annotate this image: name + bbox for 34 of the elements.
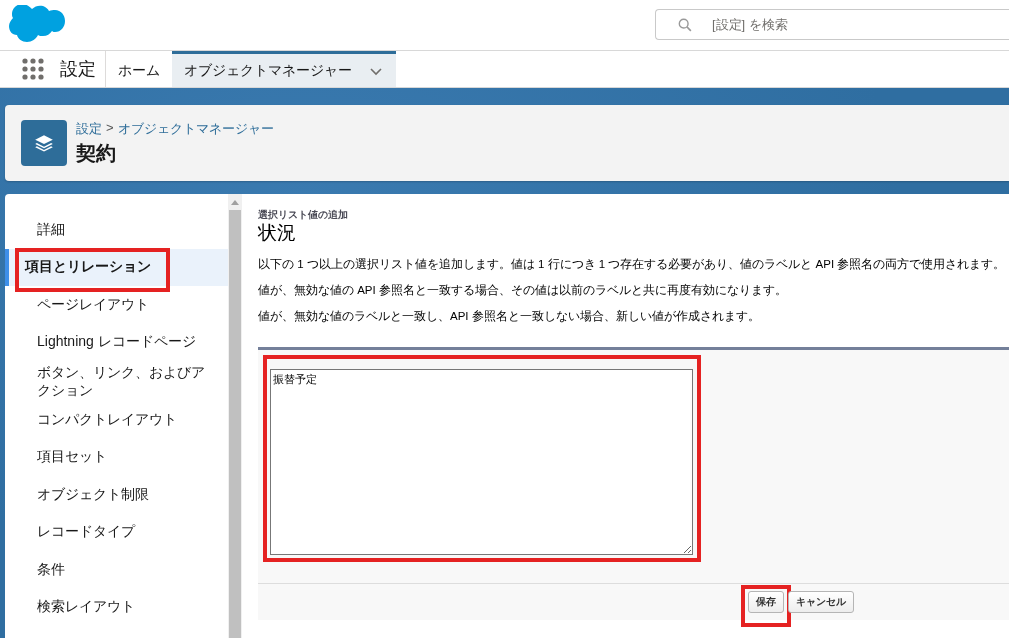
sidebar-item[interactable]: 項目セット <box>5 438 228 476</box>
nav-tab[interactable]: オブジェクトマネージャー <box>172 51 396 87</box>
scroll-up-icon[interactable] <box>231 200 239 205</box>
instruction-text: 以下の 1 つ以上の選択リスト値を追加します。値は 1 行につき 1 つ存在する必要があり、値のラベルと API 参照名の両方で使用されます。 <box>258 257 1007 272</box>
sidebar-item[interactable]: レコードタイプ <box>5 513 228 551</box>
form-button[interactable]: キャンセル <box>788 591 854 613</box>
instruction-text: 値が、無効な値のラベルと一致し、API 参照名と一致しない場合、新しい値が作成されます。 <box>258 309 761 324</box>
page-title: 契約 <box>76 140 117 166</box>
search-input[interactable]: [設定] を検索 <box>710 16 990 33</box>
sidebar-item[interactable]: ボタン、リンク、およびアクション <box>5 361 228 401</box>
app-launcher-icon[interactable] <box>22 58 44 80</box>
sidebar-item[interactable]: コンパクトレイアウト <box>5 401 228 439</box>
object-icon <box>21 120 67 166</box>
sidebar-item[interactable]: 詳細 <box>5 211 228 249</box>
search-field[interactable]: [設定] を検索 <box>655 9 1009 40</box>
instruction-text: 値が、無効な値の API 参照名と一致する場合、その値は以前のラベルと共に再度有効になります。 <box>258 283 788 298</box>
app-name: 設定 <box>60 58 97 81</box>
scrollbar[interactable] <box>228 194 242 638</box>
sidebar-item[interactable]: オブジェクト制限 <box>5 476 228 514</box>
section-title: 状況 <box>258 221 297 245</box>
cloud-logo <box>9 5 65 43</box>
sidebar-item[interactable]: ページレイアウト <box>5 286 228 324</box>
sidebar-item[interactable]: Lightning レコードページ <box>5 323 228 361</box>
values-textarea[interactable]: 振替予定 <box>270 369 693 555</box>
section-subtitle: 選択リスト値の追加 <box>258 208 349 222</box>
breadcrumb-link[interactable]: 設定 <box>76 119 102 138</box>
nav-tab[interactable]: ホーム <box>106 51 172 87</box>
sidebar-item[interactable]: 条件 <box>5 551 228 589</box>
breadcrumb-separator: > <box>106 119 114 137</box>
chevron-down-icon[interactable] <box>370 67 382 76</box>
form-button[interactable]: 保存 <box>748 591 784 613</box>
sidebar-item[interactable]: 検索レイアウト <box>5 588 228 626</box>
breadcrumb-link[interactable]: オブジェクトマネージャー <box>117 119 274 138</box>
search-icon <box>678 17 692 32</box>
